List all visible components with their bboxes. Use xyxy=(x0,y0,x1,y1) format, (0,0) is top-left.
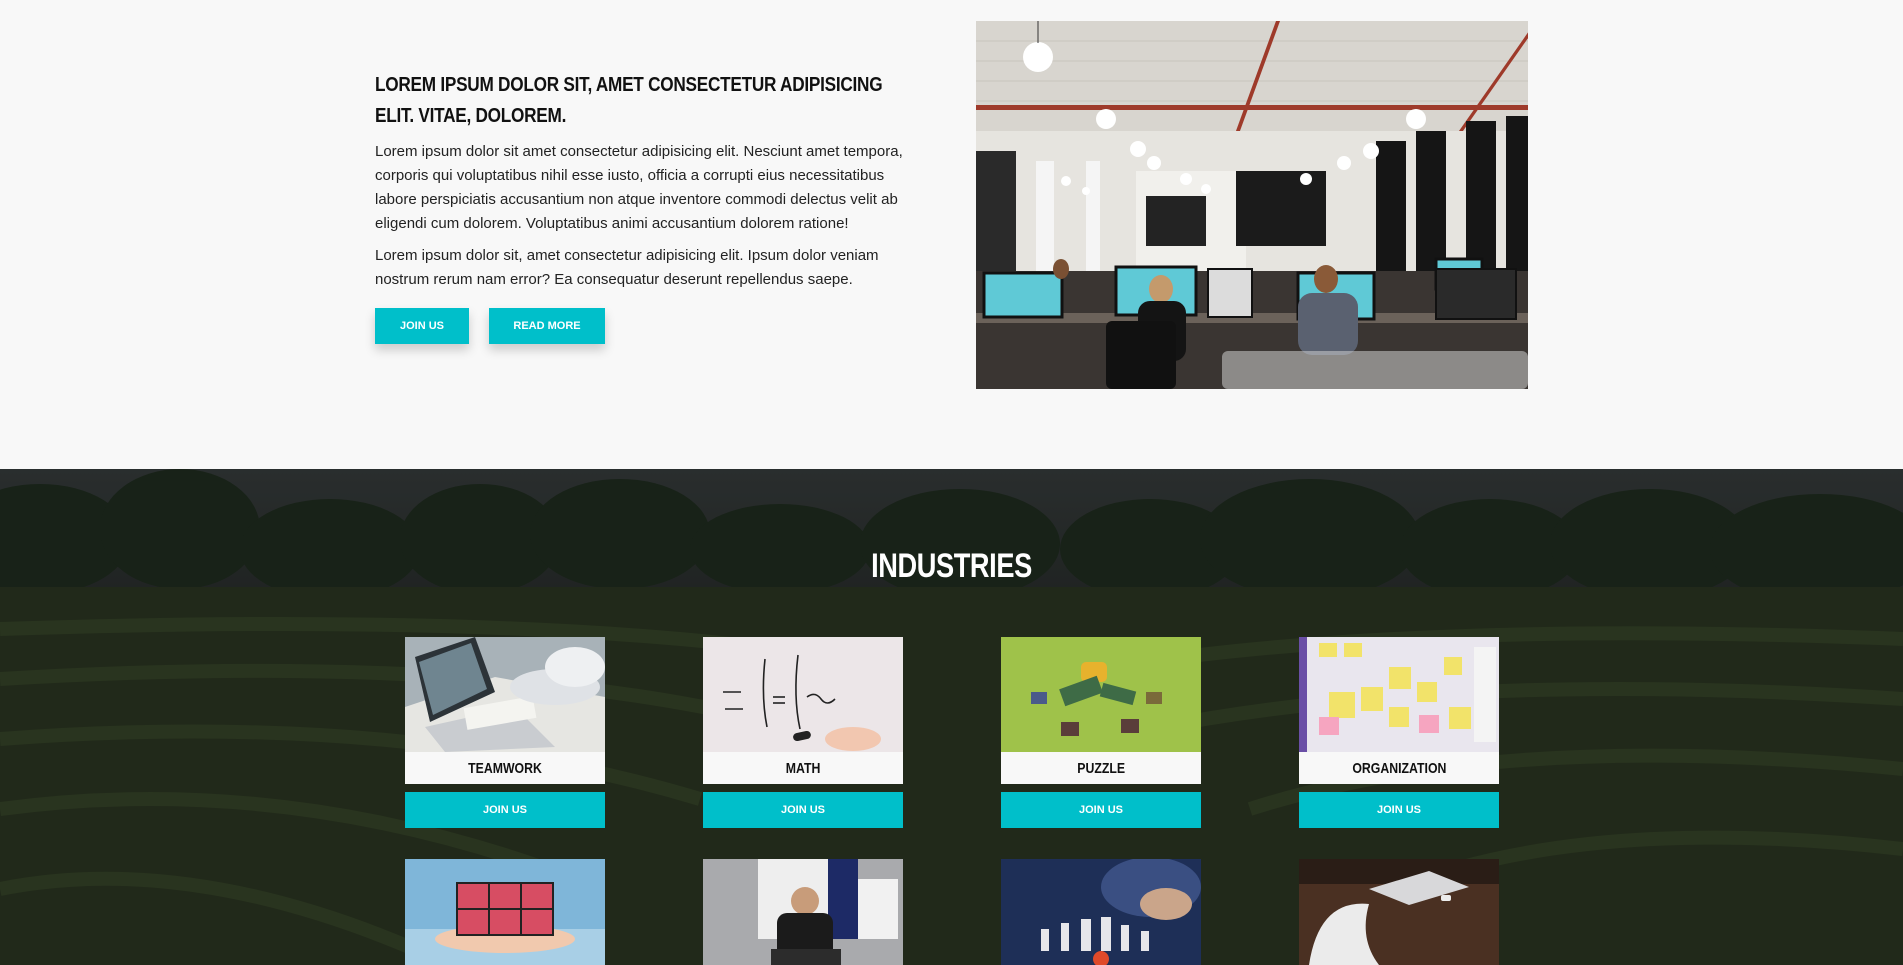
math-image xyxy=(703,637,903,752)
industry-card-7-image xyxy=(1001,859,1201,965)
organization-label: ORGANIZATION xyxy=(1299,752,1499,784)
organization-join-button[interactable]: JOIN US xyxy=(1299,792,1499,828)
organization-image xyxy=(1299,637,1499,752)
intro-text-block: Lorem ipsum dolor sit, amet consectetur … xyxy=(375,70,930,344)
industries-section: INDUSTRIES TEAMWORK JOIN US MATH JOIN US… xyxy=(0,469,1903,965)
industries-title-text: INDUSTRIES xyxy=(871,547,1032,585)
field-background-image xyxy=(0,469,1903,965)
puzzle-image xyxy=(1001,637,1201,752)
intro-heading: Lorem ipsum dolor sit, amet consectetur … xyxy=(375,74,883,127)
industry-card-math: MATH JOIN US xyxy=(703,637,903,828)
intro-paragraph-2: Lorem ipsum dolor sit, amet consectetur … xyxy=(375,247,879,288)
teamwork-label-text: TEAMWORK xyxy=(468,759,542,777)
intro-section: Lorem ipsum dolor sit, amet consectetur … xyxy=(0,0,1903,469)
math-join-button[interactable]: JOIN US xyxy=(703,792,903,828)
organization-label-text: ORGANIZATION xyxy=(1351,759,1447,777)
intro-paragraph-1: Lorem ipsum dolor sit amet consectetur a… xyxy=(375,143,903,232)
teamwork-label: TEAMWORK xyxy=(405,752,605,784)
industry-card-5-image xyxy=(405,859,605,965)
industry-card-8-image xyxy=(1299,859,1499,965)
industries-title: INDUSTRIES xyxy=(0,547,1903,586)
math-label-text: MATH xyxy=(785,759,821,777)
join-us-button[interactable]: JOIN US xyxy=(375,308,469,344)
industry-card-organization: ORGANIZATION JOIN US xyxy=(1299,637,1499,828)
office-photo xyxy=(976,21,1528,389)
read-more-button[interactable]: READ MORE xyxy=(489,308,605,344)
teamwork-image xyxy=(405,637,605,752)
puzzle-label: PUZZLE xyxy=(1001,752,1201,784)
puzzle-label-text: PUZZLE xyxy=(1077,759,1125,777)
teamwork-join-button[interactable]: JOIN US xyxy=(405,792,605,828)
math-label: MATH xyxy=(703,752,903,784)
industry-card-teamwork: TEAMWORK JOIN US xyxy=(405,637,605,828)
industry-card-puzzle: PUZZLE JOIN US xyxy=(1001,637,1201,828)
industry-card-6-image xyxy=(703,859,903,965)
puzzle-join-button[interactable]: JOIN US xyxy=(1001,792,1201,828)
intro-button-row: JOIN US READ MORE xyxy=(375,308,930,344)
